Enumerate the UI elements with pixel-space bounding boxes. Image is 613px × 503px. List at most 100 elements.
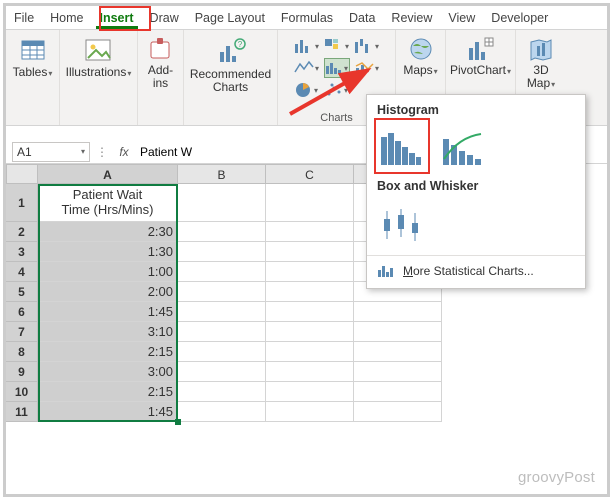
cell[interactable]: [266, 342, 354, 362]
watermark: groovyPost: [518, 469, 595, 486]
cell[interactable]: [354, 382, 442, 402]
cell[interactable]: [354, 322, 442, 342]
recommended-charts-button[interactable]: ? Recommended Charts: [186, 34, 275, 96]
cell[interactable]: [266, 322, 354, 342]
3d-map-button[interactable]: 3D Map▾: [523, 34, 559, 92]
cell[interactable]: [266, 402, 354, 422]
histogram-chart-option[interactable]: [379, 127, 423, 167]
row-header[interactable]: 1: [6, 184, 38, 222]
illustrations-label: Illustrations: [66, 65, 127, 79]
cell-a5[interactable]: 2:00: [38, 282, 178, 302]
col-header-a[interactable]: A: [38, 164, 178, 184]
name-box-value: A1: [17, 145, 32, 159]
tab-data[interactable]: Data: [341, 8, 383, 28]
maps-label: Maps: [403, 63, 432, 77]
row-header[interactable]: 8: [6, 342, 38, 362]
fx-separator: ⋮: [90, 145, 114, 159]
cell[interactable]: [354, 402, 442, 422]
maps-button[interactable]: Maps▾: [399, 34, 441, 79]
tab-developer[interactable]: Developer: [483, 8, 556, 28]
cell[interactable]: [266, 242, 354, 262]
tab-draw[interactable]: Draw: [142, 8, 187, 28]
cell[interactable]: [178, 302, 266, 322]
annotation-arrow: [284, 64, 384, 124]
hierarchy-chart-button[interactable]: ▾: [324, 36, 350, 56]
3d-map-label: 3D Map: [527, 63, 550, 90]
addins-button[interactable]: Add- ins: [144, 34, 178, 92]
row-header[interactable]: 11: [6, 402, 38, 422]
cell[interactable]: [178, 322, 266, 342]
cell[interactable]: [266, 282, 354, 302]
cell-a10[interactable]: 2:15: [38, 382, 178, 402]
addins-label: Add- ins: [148, 64, 173, 90]
picture-icon: [84, 36, 114, 64]
table-icon: [19, 36, 47, 64]
pivotchart-button[interactable]: PivotChart▾: [446, 34, 515, 79]
cell[interactable]: [178, 282, 266, 302]
3d-map-icon: [527, 36, 555, 62]
tab-page-layout[interactable]: Page Layout: [187, 8, 273, 28]
waterfall-chart-button[interactable]: ▾: [354, 36, 380, 56]
cell[interactable]: [178, 382, 266, 402]
tab-home[interactable]: Home: [42, 8, 91, 28]
row-header[interactable]: 7: [6, 322, 38, 342]
illustrations-button[interactable]: Illustrations▾: [62, 34, 136, 81]
cell[interactable]: [178, 242, 266, 262]
cell[interactable]: [354, 342, 442, 362]
row-header[interactable]: 3: [6, 242, 38, 262]
cell-a1[interactable]: Patient Wait Time (Hrs/Mins): [38, 184, 178, 222]
row-header[interactable]: 2: [6, 222, 38, 242]
cell-a11[interactable]: 1:45: [38, 402, 178, 422]
statistic-charts-popup: Histogram Box and Whisker MMore Statisti…: [366, 94, 586, 289]
cell-a2[interactable]: 2:30: [38, 222, 178, 242]
column-chart-button[interactable]: ▾: [294, 36, 320, 56]
cell[interactable]: [266, 362, 354, 382]
selection-handle[interactable]: [175, 419, 181, 425]
cell[interactable]: [178, 362, 266, 382]
pareto-chart-option[interactable]: [441, 127, 485, 167]
select-all-corner[interactable]: [6, 164, 38, 184]
box-whisker-option[interactable]: [379, 203, 423, 243]
tab-formulas[interactable]: Formulas: [273, 8, 341, 28]
tab-review[interactable]: Review: [383, 8, 440, 28]
svg-text:?: ?: [237, 40, 242, 49]
cell[interactable]: [354, 302, 442, 322]
row-header[interactable]: 10: [6, 382, 38, 402]
cell-a3[interactable]: 1:30: [38, 242, 178, 262]
cell[interactable]: [266, 302, 354, 322]
row-header[interactable]: 4: [6, 262, 38, 282]
cell[interactable]: [178, 262, 266, 282]
col-header-c[interactable]: C: [266, 164, 354, 184]
more-statistical-charts[interactable]: MMore Statistical Charts...ore Statistic…: [367, 258, 585, 284]
col-header-b[interactable]: B: [178, 164, 266, 184]
recommended-charts-label: Recommended Charts: [190, 68, 271, 94]
cell[interactable]: [266, 262, 354, 282]
row-header[interactable]: 9: [6, 362, 38, 382]
tab-file[interactable]: File: [6, 8, 42, 28]
tab-view[interactable]: View: [440, 8, 483, 28]
cell[interactable]: [178, 342, 266, 362]
cell-a4[interactable]: 1:00: [38, 262, 178, 282]
name-box[interactable]: A1▾: [12, 142, 90, 162]
bar-mini-icon: [377, 264, 395, 278]
cell-a8[interactable]: 2:15: [38, 342, 178, 362]
cell[interactable]: [266, 382, 354, 402]
cell[interactable]: [354, 362, 442, 382]
cell[interactable]: [178, 402, 266, 422]
cell-a9[interactable]: 3:00: [38, 362, 178, 382]
cell[interactable]: [178, 222, 266, 242]
row-header[interactable]: 6: [6, 302, 38, 322]
fx-icon[interactable]: fx: [114, 145, 134, 159]
cell[interactable]: [266, 222, 354, 242]
tab-insert[interactable]: Insert: [92, 8, 142, 28]
globe-icon: [408, 36, 434, 62]
cell-a7[interactable]: 3:10: [38, 322, 178, 342]
popup-section-box: Box and Whisker: [377, 179, 575, 193]
cell-a6[interactable]: 1:45: [38, 302, 178, 322]
cell[interactable]: [266, 184, 354, 222]
row-header[interactable]: 5: [6, 282, 38, 302]
recommended-charts-icon: ?: [216, 36, 246, 66]
cell[interactable]: [178, 184, 266, 222]
more-statistical-label: MMore Statistical Charts...ore Statistic…: [403, 264, 534, 278]
tables-button[interactable]: Tables▾: [9, 34, 57, 81]
